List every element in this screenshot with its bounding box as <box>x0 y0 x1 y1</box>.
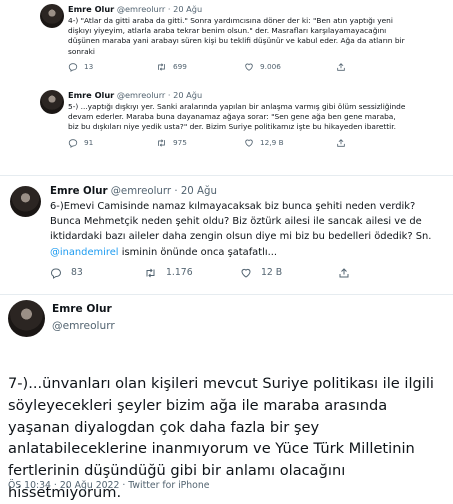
share-icon <box>336 62 346 72</box>
share-button[interactable] <box>336 138 346 148</box>
share-icon <box>336 138 346 148</box>
avatar[interactable] <box>10 186 41 217</box>
author-handle[interactable]: @emreolurr <box>117 90 166 100</box>
quoted-tweet-4[interactable]: Emre Olur @emreolurr · 20 Ağu 4-) "Atlar… <box>38 0 416 84</box>
author-name[interactable]: Emre Olur <box>52 303 112 315</box>
tweet-timestamp[interactable]: ÖS 10:34 · 20 Ağu 2022 · Twitter for iPh… <box>8 480 210 491</box>
retweet-icon <box>156 62 167 72</box>
heart-icon <box>244 138 254 148</box>
reply-icon <box>50 267 62 279</box>
retweet-count: 1.176 <box>166 267 193 279</box>
reply-count: 13 <box>84 62 94 72</box>
reply-icon <box>68 138 78 148</box>
reply-button[interactable]: 83 <box>50 267 144 279</box>
mention-link[interactable]: @inandemirel <box>50 247 119 258</box>
quoted-tweet-5[interactable]: Emre Olur @emreolurr · 20 Ağu 5-) ...yap… <box>38 84 416 174</box>
author-handle[interactable]: @emreolurr <box>117 4 166 14</box>
retweet-count: 975 <box>173 138 187 148</box>
main-tweet-7: Emre Olur @emreolurr 7-)...ünvanları ola… <box>0 295 453 501</box>
retweet-button[interactable]: 699 <box>156 62 244 72</box>
like-button[interactable]: 12 B <box>240 267 338 279</box>
retweet-button[interactable]: 1.176 <box>144 267 240 279</box>
tweet-header: Emre Olur @emreolurr · 20 Ağu <box>50 186 217 197</box>
share-button[interactable] <box>338 267 350 279</box>
reply-button[interactable]: 91 <box>68 138 156 148</box>
reply-count: 83 <box>71 267 83 279</box>
tweet-date[interactable]: 20 Ağu <box>173 90 202 100</box>
tweet-date[interactable]: 20 Ağu <box>173 4 202 14</box>
tweet-header: Emre Olur @emreolurr · 20 Ağu <box>68 4 203 14</box>
retweet-count: 699 <box>173 62 187 72</box>
author-name[interactable]: Emre Olur <box>68 90 114 100</box>
tweet-text: 5-) ...yaptığı dışkıyı yer. Sanki aralar… <box>68 102 406 132</box>
like-button[interactable]: 12,9 B <box>244 138 336 148</box>
like-count: 12,9 B <box>260 138 284 148</box>
author-name[interactable]: Emre Olur <box>68 4 114 14</box>
tweet-actions: 91 975 12,9 B <box>68 138 416 148</box>
like-count: 12 B <box>261 267 283 279</box>
tweet-text-part: 6-)Emevi Camisinde namaz kılmayacaksak b… <box>50 201 432 243</box>
reply-button[interactable]: 13 <box>68 62 156 72</box>
avatar[interactable] <box>8 300 45 337</box>
tweet-text: 6-)Emevi Camisinde namaz kılmayacaksak b… <box>50 199 448 260</box>
tweet-header: Emre Olur @emreolurr · 20 Ağu <box>68 90 203 100</box>
tweet-text-part: isminin önünde onca şatafatlı... <box>118 246 277 258</box>
author-handle[interactable]: @emreolurr <box>52 320 115 332</box>
tweet-actions: 13 699 9.006 <box>68 62 416 72</box>
retweet-button[interactable]: 975 <box>156 138 244 148</box>
heart-icon <box>244 62 254 72</box>
retweet-icon <box>144 267 157 279</box>
reply-icon <box>68 62 78 72</box>
like-button[interactable]: 9.006 <box>244 62 336 72</box>
thread-tweet-6[interactable]: Emre Olur @emreolurr · 20 Ağu 6-)Emevi C… <box>0 176 453 294</box>
share-button[interactable] <box>336 62 346 72</box>
heart-icon <box>240 267 252 279</box>
tweet-actions: 83 1.176 12 B <box>50 267 448 279</box>
author-handle[interactable]: @emreolurr <box>111 186 171 197</box>
retweet-icon <box>156 138 167 148</box>
tweet-date[interactable]: 20 Ağu <box>181 186 217 197</box>
reply-count: 91 <box>84 138 94 148</box>
author-name[interactable]: Emre Olur <box>50 186 107 197</box>
tweet-text: 4-) "Atlar da gitti araba da gitti." Son… <box>68 16 405 56</box>
like-count: 9.006 <box>260 62 281 72</box>
share-icon <box>338 267 350 279</box>
